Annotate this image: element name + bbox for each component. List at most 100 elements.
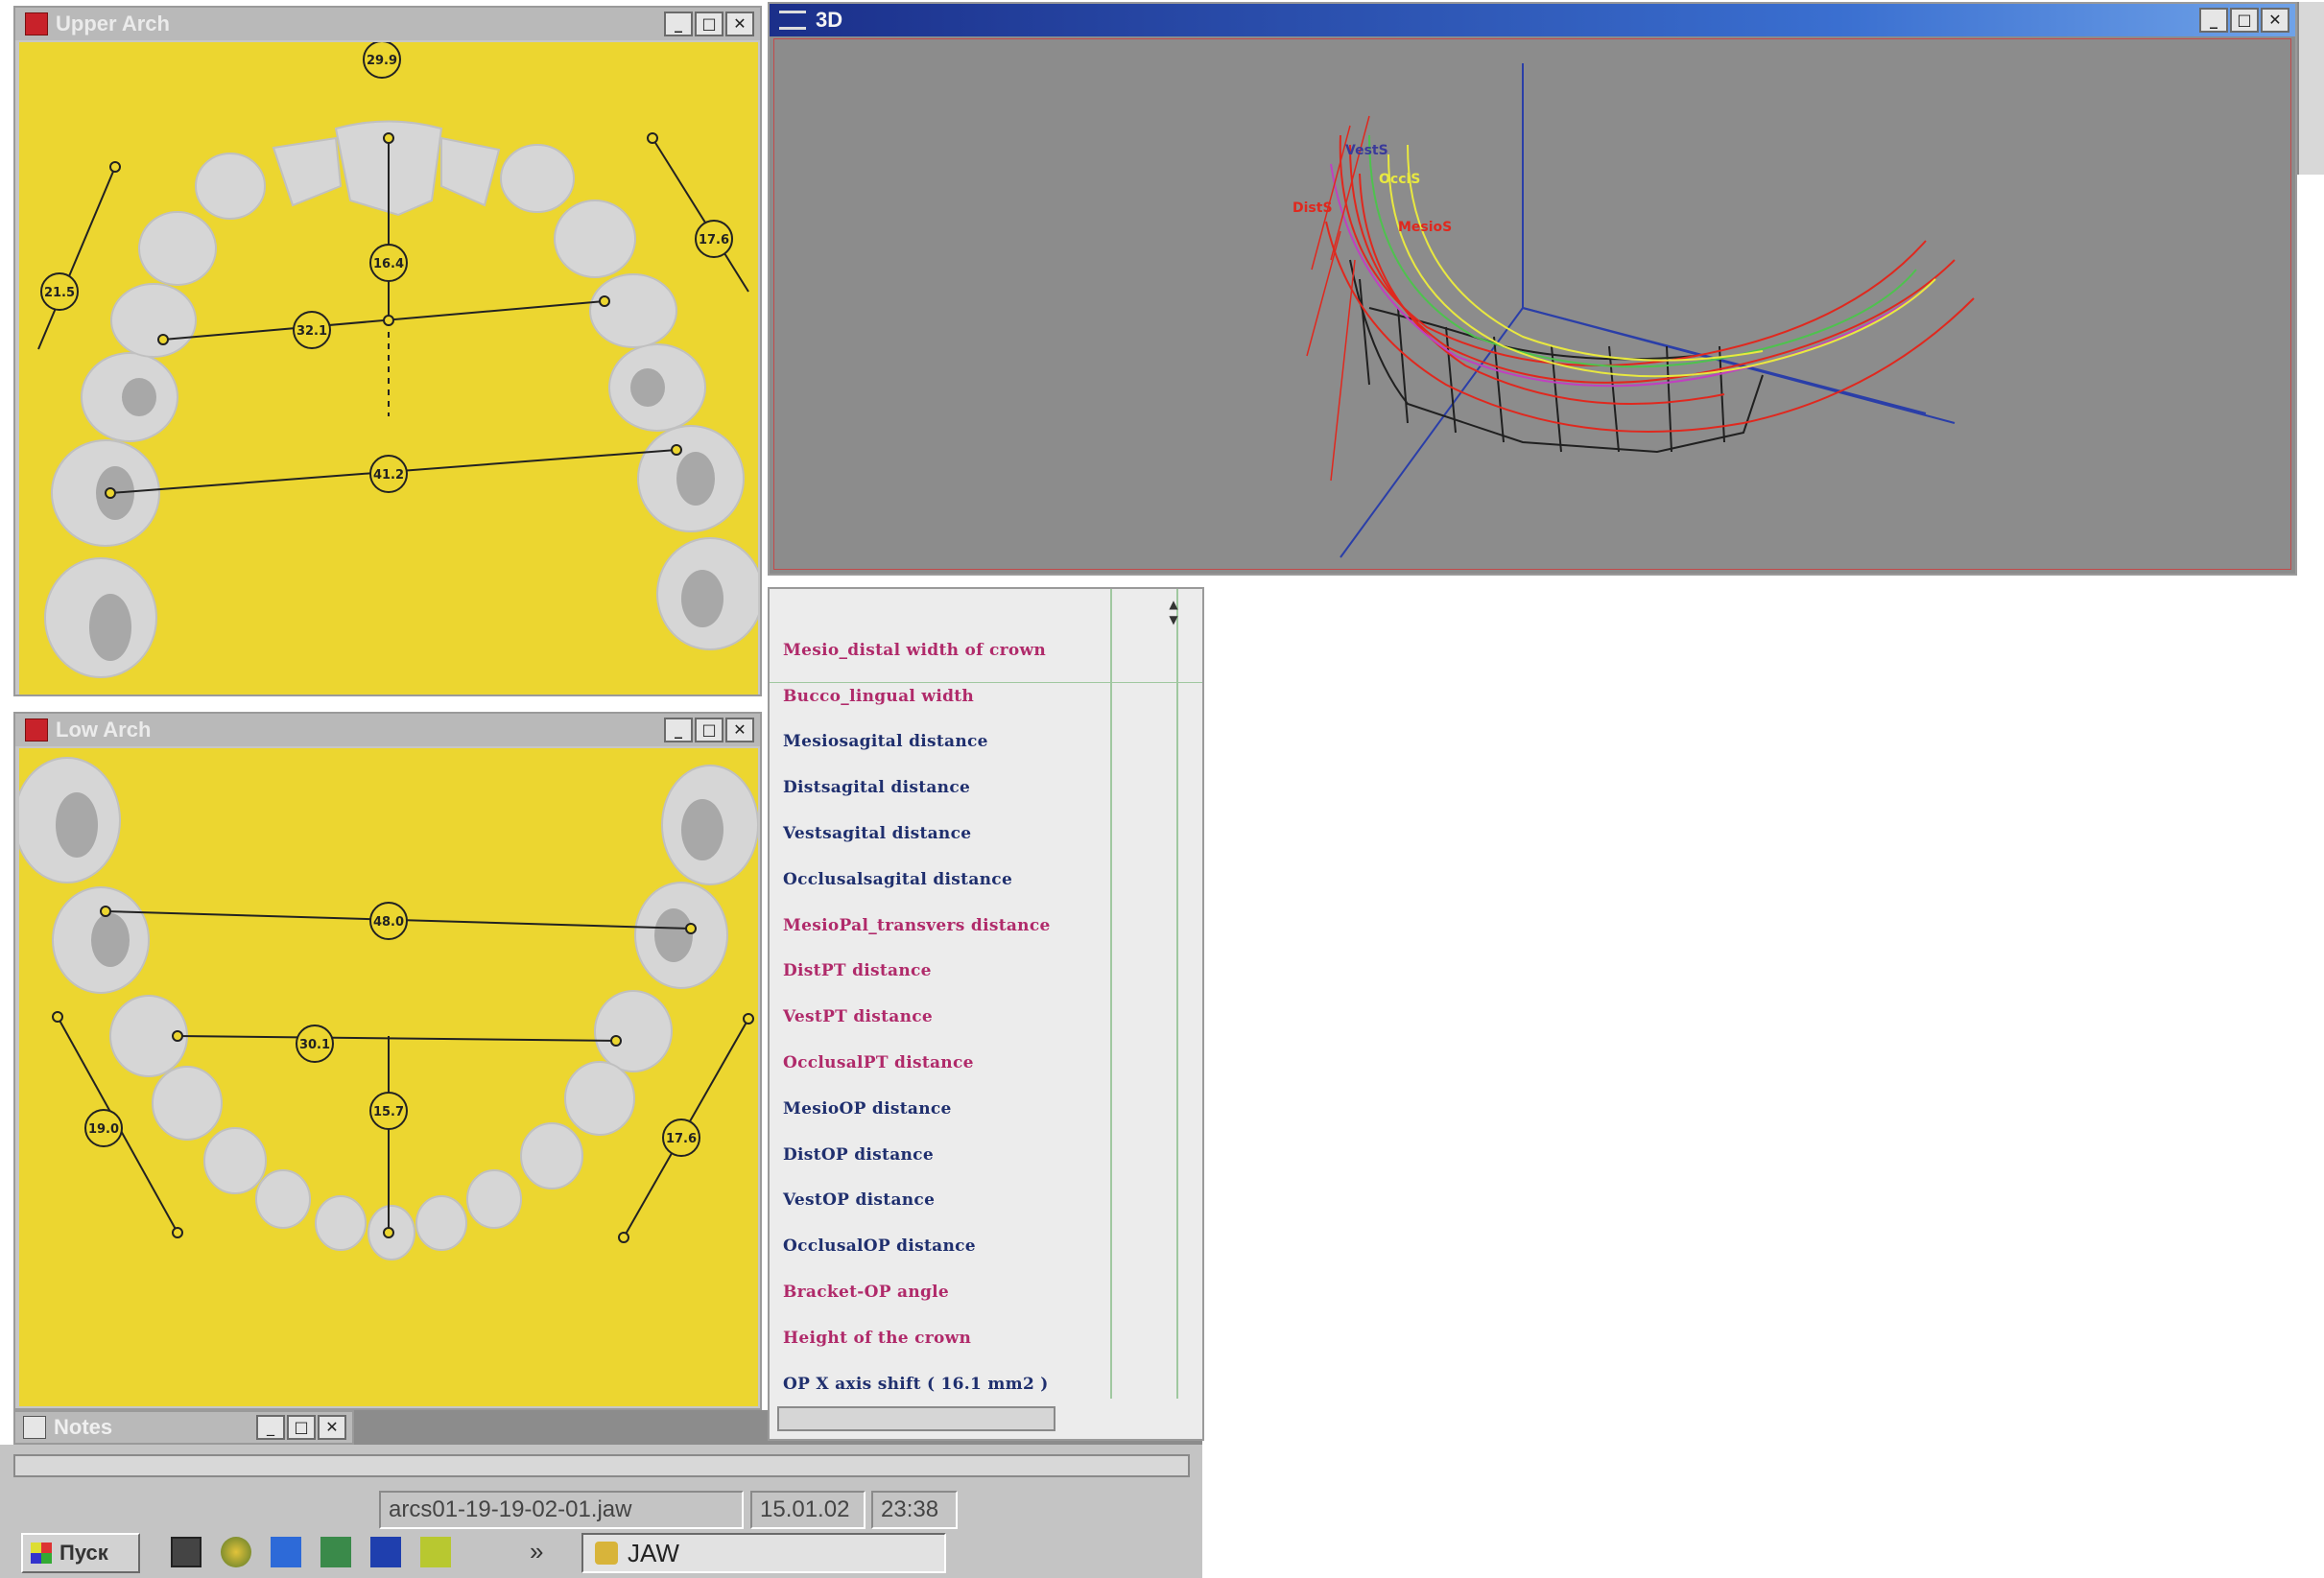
measure-node bbox=[610, 1035, 622, 1047]
measure-value: 29.9 bbox=[367, 54, 397, 68]
tooth bbox=[203, 1127, 267, 1194]
tooth bbox=[440, 136, 501, 207]
measure-value: 48.0 bbox=[373, 915, 404, 930]
parameter-item[interactable]: Mesio_distal width of crown bbox=[783, 627, 1109, 673]
tooth bbox=[272, 136, 343, 207]
model-label: OcclS bbox=[1379, 172, 1420, 187]
upper-arch-canvas[interactable]: 29.9 21.5 17.6 16.4 32.1 41.2 bbox=[19, 42, 758, 695]
upper-arch-titlebar[interactable]: Upper Arch _ □ ✕ bbox=[15, 8, 760, 40]
close-button[interactable]: ✕ bbox=[725, 12, 754, 36]
tooth bbox=[255, 1169, 311, 1229]
notes-icon bbox=[23, 1416, 46, 1439]
task-label: JAW bbox=[628, 1538, 679, 1567]
parameter-item[interactable]: Mesiosagital distance bbox=[783, 719, 1109, 765]
parameter-item[interactable]: OcclusalOP distance bbox=[783, 1223, 1109, 1269]
maximize-button[interactable]: □ bbox=[695, 718, 723, 742]
status-filename: arcs01-19-19-02-01.jaw bbox=[379, 1491, 744, 1529]
minimize-button[interactable]: _ bbox=[2199, 8, 2228, 33]
parameter-item[interactable]: DistOP distance bbox=[783, 1132, 1109, 1178]
measure-line bbox=[177, 1035, 617, 1042]
minimize-button[interactable]: _ bbox=[256, 1415, 285, 1440]
maximize-button[interactable]: □ bbox=[2230, 8, 2259, 33]
parameter-item[interactable]: Height of the crown bbox=[783, 1315, 1109, 1361]
windows-logo-icon bbox=[31, 1543, 52, 1564]
measure-node bbox=[383, 132, 394, 144]
tooth bbox=[110, 283, 197, 358]
measure-line bbox=[652, 137, 749, 293]
upper-arch-window: Upper Arch _ □ ✕ 29.9 21.5 17.6 16.4 32.… bbox=[13, 6, 762, 696]
measure-value: 21.5 bbox=[44, 286, 75, 300]
low-arch-window: Low Arch _ □ ✕ 48.0 30.1 15.7 19.0 17.6 bbox=[13, 712, 762, 1410]
minimize-button[interactable]: _ bbox=[664, 718, 693, 742]
quick-launch bbox=[171, 1537, 451, 1567]
measure-node bbox=[52, 1011, 63, 1023]
maximize-button[interactable]: □ bbox=[695, 12, 723, 36]
word-icon[interactable] bbox=[370, 1537, 401, 1567]
parameter-item[interactable]: VestOP distance bbox=[783, 1178, 1109, 1224]
parameter-item[interactable]: Distsagital distance bbox=[783, 765, 1109, 811]
app-quick-icon[interactable] bbox=[420, 1537, 451, 1567]
parameter-item[interactable]: VestPT distance bbox=[783, 994, 1109, 1040]
parameter-item[interactable]: DistPT distance bbox=[783, 949, 1109, 995]
tooth-shadow bbox=[681, 570, 723, 627]
task-button-jaw[interactable]: JAW bbox=[581, 1533, 946, 1573]
measure-value: 30.1 bbox=[299, 1038, 330, 1052]
parameter-item[interactable]: OP X axis shift ( 16.1 mm2 ) bbox=[783, 1361, 1109, 1407]
tooth-shadow bbox=[630, 368, 665, 407]
tooth-shadow bbox=[89, 594, 131, 661]
measure-node bbox=[157, 334, 169, 345]
parameter-item[interactable]: Bracket-OP angle bbox=[783, 1269, 1109, 1315]
crown-outline bbox=[1368, 307, 1696, 361]
measure-node bbox=[172, 1227, 183, 1238]
scrollbar-fragment[interactable] bbox=[2297, 2, 2324, 175]
measure-node bbox=[100, 906, 111, 917]
notes-window[interactable]: Notes _ □ ✕ bbox=[13, 1410, 354, 1445]
horizontal-scrollbar[interactable] bbox=[777, 1406, 1055, 1431]
tooth bbox=[564, 1061, 635, 1136]
parameter-panel: ▲ ▼ Mesio_distal width of crown Bucco_lin… bbox=[768, 587, 1204, 1441]
maximize-button[interactable]: □ bbox=[287, 1415, 316, 1440]
desktop-icon[interactable] bbox=[171, 1537, 202, 1567]
viewport-3d[interactable]: VestS DistS OcclS MesioS bbox=[773, 38, 2291, 570]
measure-node bbox=[671, 444, 682, 456]
measure-node bbox=[647, 132, 658, 144]
parameter-item[interactable]: MesioOP distance bbox=[783, 1086, 1109, 1132]
window-title: 3D bbox=[816, 8, 843, 32]
start-button[interactable]: Пуск bbox=[21, 1533, 140, 1573]
panel-sort-arrows[interactable]: ▲ ▼ bbox=[1165, 597, 1182, 629]
parameter-item[interactable]: OcclusalPT distance bbox=[783, 1040, 1109, 1086]
more-icon[interactable]: » bbox=[530, 1537, 543, 1566]
measure-node bbox=[172, 1030, 183, 1042]
jaw-3d-model: VestS DistS OcclS MesioS bbox=[1292, 63, 1975, 558]
measure-value: 32.1 bbox=[296, 324, 327, 339]
tooth bbox=[500, 144, 575, 213]
horizontal-scrollbar[interactable] bbox=[13, 1454, 1190, 1477]
close-button[interactable]: ✕ bbox=[725, 718, 754, 742]
parameter-item[interactable]: Vestsagital distance bbox=[783, 811, 1109, 857]
app-icon bbox=[25, 12, 48, 35]
parameter-item[interactable]: Bucco_lingual width bbox=[783, 673, 1109, 719]
measure-value: 17.6 bbox=[666, 1132, 697, 1146]
low-arch-canvas[interactable]: 48.0 30.1 15.7 19.0 17.6 bbox=[19, 748, 758, 1406]
window-icon[interactable] bbox=[271, 1537, 301, 1567]
low-arch-titlebar[interactable]: Low Arch _ □ ✕ bbox=[15, 714, 760, 746]
excel-icon[interactable] bbox=[320, 1537, 351, 1567]
window-title: Upper Arch bbox=[56, 12, 170, 35]
close-button[interactable]: ✕ bbox=[2261, 8, 2289, 33]
tooth bbox=[415, 1195, 467, 1251]
axis-line bbox=[1522, 307, 1927, 414]
low-arch-drawing: 48.0 30.1 15.7 19.0 17.6 bbox=[19, 757, 758, 1260]
browser-icon[interactable] bbox=[221, 1537, 251, 1567]
window-3d-titlebar[interactable]: 3D _ □ ✕ bbox=[770, 4, 2295, 36]
notes-title: Notes bbox=[54, 1415, 113, 1439]
close-button[interactable]: ✕ bbox=[318, 1415, 346, 1440]
measure-line bbox=[37, 166, 116, 350]
arch-curve bbox=[1339, 134, 1927, 366]
measure-node bbox=[383, 1227, 394, 1238]
window-title: Low Arch bbox=[56, 718, 152, 742]
model-label: MesioS bbox=[1398, 220, 1452, 235]
parameter-item[interactable]: MesioPal_transvers distance bbox=[783, 903, 1109, 949]
tooth bbox=[520, 1122, 583, 1189]
parameter-item[interactable]: Occlusalsagital distance bbox=[783, 857, 1109, 903]
minimize-button[interactable]: _ bbox=[664, 12, 693, 36]
